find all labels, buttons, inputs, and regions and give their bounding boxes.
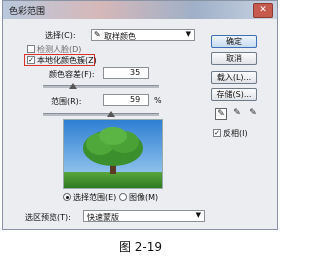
- selection-radio[interactable]: [63, 193, 71, 201]
- invert-checkbox[interactable]: ✓: [213, 129, 221, 137]
- load-button[interactable]: 载入(L)...: [211, 71, 257, 84]
- cancel-button[interactable]: 取消: [211, 52, 257, 65]
- range-input[interactable]: 59: [103, 94, 149, 106]
- save-button[interactable]: 存储(S)...: [211, 88, 257, 101]
- selection-preview-label: 选区预览(T):: [25, 213, 71, 222]
- select-value: 取样颜色: [104, 32, 136, 41]
- range-unit: %: [154, 96, 162, 105]
- eyedropper-icon[interactable]: ✎: [215, 108, 227, 120]
- fuzziness-label: 颜色容差(F):: [49, 70, 95, 79]
- title-bar: 色彩范围 ✕: [3, 1, 277, 19]
- localized-clusters-checkbox[interactable]: ✓: [27, 56, 35, 64]
- invert-label: 反相(I): [223, 129, 248, 138]
- localized-clusters-label: 本地化颜色簇(Z): [37, 56, 97, 65]
- fuzziness-input[interactable]: 35: [103, 67, 149, 79]
- range-slider-thumb[interactable]: [107, 111, 115, 117]
- eyedropper-plus-icon[interactable]: ✎: [231, 108, 243, 120]
- range-slider[interactable]: [43, 113, 159, 116]
- image-radio[interactable]: [119, 193, 127, 201]
- close-button[interactable]: ✕: [253, 3, 273, 18]
- chevron-down-icon: ▼: [195, 211, 201, 219]
- chevron-down-icon: ▼: [185, 30, 191, 38]
- range-label: 范围(R):: [51, 97, 82, 106]
- select-label: 选择(C):: [45, 31, 76, 40]
- fuzziness-slider[interactable]: [43, 85, 159, 88]
- color-range-dialog: 色彩范围 ✕ 选择(C): ✎ 取样颜色 ▼ 检测人脸(D) ✓ 本地化颜色簇(…: [2, 0, 278, 230]
- selection-preview-image: [63, 119, 163, 189]
- selection-preview-dropdown[interactable]: 快速蒙版 ▼: [83, 210, 205, 222]
- figure-caption: 图 2-19: [118, 240, 163, 254]
- ok-button[interactable]: 确定: [211, 35, 257, 48]
- window-title: 色彩范围: [9, 7, 46, 17]
- select-dropdown[interactable]: ✎ 取样颜色 ▼: [91, 29, 195, 41]
- eyedropper-icon: ✎: [94, 30, 101, 39]
- eyedropper-minus-icon[interactable]: ✎: [247, 108, 259, 120]
- selection-preview-value: 快速蒙版: [87, 213, 119, 222]
- image-radio-label: 图像(M): [129, 193, 159, 202]
- selection-radio-label: 选择范围(E): [73, 193, 117, 202]
- fuzziness-slider-thumb[interactable]: [69, 83, 77, 89]
- detect-faces-checkbox[interactable]: [27, 45, 35, 53]
